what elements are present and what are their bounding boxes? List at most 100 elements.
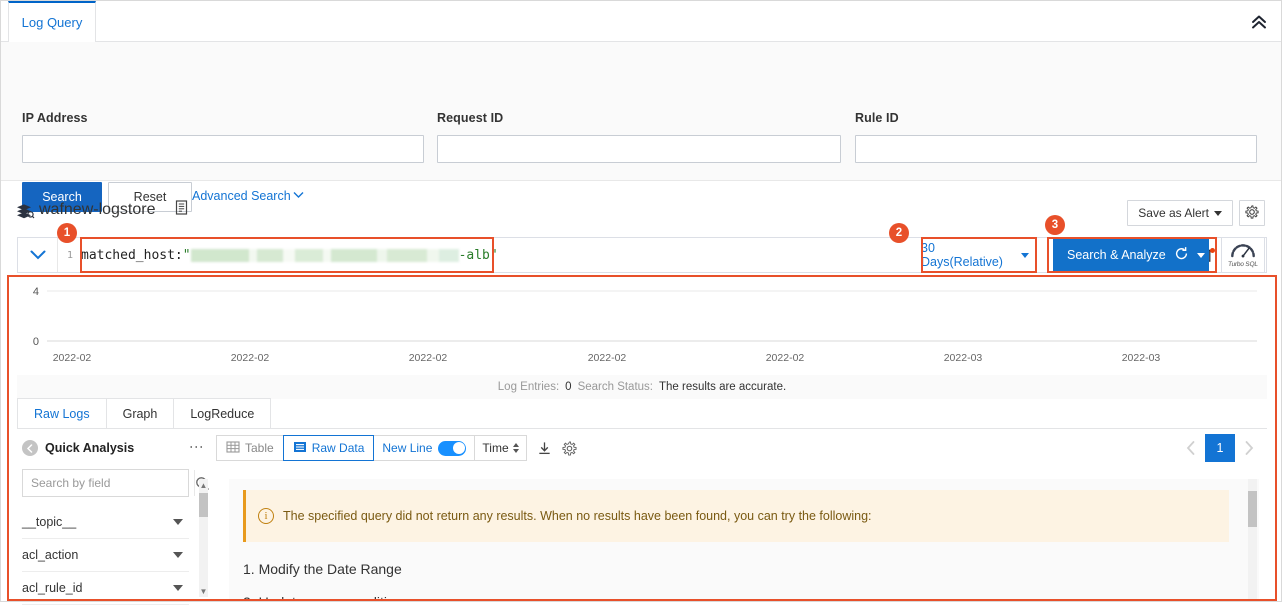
field-name: acl_action [22,548,79,562]
xtick-1: 2022-02 [231,352,270,364]
suggestion-step-2: 2. Update query conditions [243,594,410,599]
no-results-notice: i The specified query did not return any… [243,490,1229,542]
field-name: __topic__ [22,515,77,529]
query-value-suffix: -alb [458,247,490,263]
new-line-toggle-group[interactable]: New Line [373,435,476,461]
quick-analysis-title: Quick Analysis [45,441,135,455]
tab-graph-label: Graph [122,406,158,421]
annotation-badge-2: 2 [889,223,909,243]
advanced-search-toggle[interactable]: Advanced Search [192,189,304,203]
ytick-0: 0 [33,336,39,348]
quick-analysis-header: Quick Analysis [18,433,214,463]
save-as-alert-button[interactable]: Save as Alert [1127,200,1233,226]
search-status-value: The results are accurate. [659,381,787,393]
chevron-down-icon[interactable] [173,585,183,591]
query-field-name: matched_host: [81,247,183,263]
new-line-label: New Line [382,441,433,455]
view-raw-data-label: Raw Data [311,441,365,455]
search-status-label: Search Status: [577,381,653,393]
query-quote-open: " [182,247,191,263]
caret-down-icon [1196,252,1205,258]
histogram-chart[interactable]: 4 0 2022-02 2022-02 2022-02 2022-02 2022… [17,279,1267,373]
results-pane: i The specified query did not return any… [229,479,1259,599]
list-item[interactable]: __topic__ [22,506,189,539]
label-request-id: Request ID [437,111,504,125]
search-analyze-button[interactable]: Search & Analyze [1053,239,1209,271]
field-list: __topic__ acl_action acl_rule_id [22,506,189,605]
pagination: 1 [1177,434,1263,462]
ip-address-input[interactable] [22,135,424,163]
no-results-notice-text: The specified query did not return any r… [283,509,872,523]
scrollbar-thumb[interactable] [199,493,208,517]
turbo-sql-button[interactable]: Turbo SQL [1221,237,1265,273]
annotation-badge-1: 1 [57,223,77,243]
scroll-down-icon[interactable]: ▼ [199,585,208,597]
save-as-alert-label: Save as Alert [1138,206,1209,220]
chevron-left-circle-icon[interactable] [22,440,38,456]
time-range-selector[interactable]: 30 Days(Relative) [921,239,1029,271]
results-scrollbar[interactable] [1248,479,1257,599]
query-quote-close: " [489,247,498,263]
double-chevron-up-icon[interactable] [1249,13,1269,31]
notification-dot [1210,247,1215,253]
tab-logreduce-label: LogReduce [190,406,255,421]
label-rule-id: Rule ID [855,111,899,125]
xtick-4: 2022-02 [766,352,805,364]
xtick-3: 2022-02 [588,352,627,364]
request-id-input[interactable] [437,135,841,163]
tab-log-query[interactable]: Log Query [8,1,96,42]
app-frame: Log Query IP Address Request ID Rule ID … [0,0,1282,605]
caret-down-icon [1214,210,1222,216]
pagination-page-1[interactable]: 1 [1205,434,1235,462]
refresh-icon [1174,246,1189,264]
chevron-down-icon[interactable] [173,552,183,558]
scroll-up-icon[interactable]: ▲ [199,479,208,491]
label-ip-address: IP Address [22,111,88,125]
table-icon [226,440,240,457]
xtick-5: 2022-03 [944,352,983,364]
search-input[interactable] [23,476,194,490]
logstore-settings-button[interactable] [1239,200,1265,226]
gauge-icon [1230,243,1256,261]
advanced-search-label: Advanced Search [192,189,291,203]
view-raw-data-button[interactable]: Raw Data [282,435,375,461]
xtick-2: 2022-02 [409,352,448,364]
list-item[interactable]: acl_action [22,539,189,572]
view-table-label: Table [245,441,274,455]
download-icon[interactable] [537,441,552,456]
tab-logreduce[interactable]: LogReduce [173,398,272,428]
logstore-search-icon [15,203,35,221]
pagination-prev[interactable] [1177,434,1205,462]
xtick-0: 2022-02 [53,352,92,364]
tab-graph[interactable]: Graph [105,398,175,428]
search-form: IP Address Request ID Rule ID Search Res… [1,42,1281,212]
logstore-name: wafnew-logstore [39,201,156,218]
time-sort-button[interactable]: Time [474,435,527,461]
xtick-6: 2022-03 [1122,352,1161,364]
search-status-bar: Log Entries: 0 Search Status: The results … [17,375,1267,399]
tab-raw-logs[interactable]: Raw Logs [17,398,107,428]
chart-svg: 4 0 2022-02 2022-02 2022-02 2022-02 2022… [33,286,1257,364]
query-collapse-toggle[interactable] [18,238,58,272]
scrollbar-thumb[interactable] [1248,491,1257,527]
log-entries-label: Log Entries: [497,381,560,393]
caret-down-icon [1021,252,1029,258]
rule-id-input[interactable] [855,135,1257,163]
pagination-next[interactable] [1235,434,1263,462]
results-toolbar: Table Raw Data New Line Time [216,435,577,461]
field-list-scrollbar[interactable]: ▲ ▼ [199,479,208,597]
field-search-box [22,469,209,497]
time-range-label: 30 Days(Relative) [921,241,1003,269]
toggle-knob [452,442,465,454]
document-icon[interactable] [175,200,189,216]
results-settings-icon[interactable] [562,440,577,456]
view-table-button[interactable]: Table [216,435,284,461]
ytick-4: 4 [33,286,39,298]
chevron-down-icon[interactable] [173,519,183,525]
more-vertical-icon[interactable]: ⋮ [189,440,205,454]
suggestion-step-1: 1. Modify the Date Range [243,561,402,577]
info-icon: i [258,508,274,524]
query-line-number: 1 [66,249,73,261]
list-item[interactable]: acl_rule_id [22,572,189,605]
new-line-toggle[interactable] [438,440,467,456]
